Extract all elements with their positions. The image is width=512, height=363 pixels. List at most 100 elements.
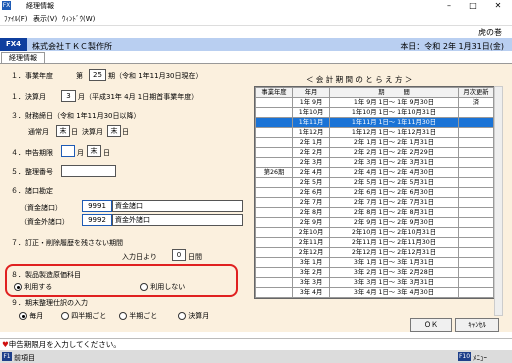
period-end-option-halfyear[interactable]: 半期ごと bbox=[119, 311, 157, 321]
cell-month: 2年 8月 bbox=[292, 207, 330, 218]
cell-month: 2年 2月 bbox=[292, 147, 330, 158]
cell-period: 2年 3月 1日～ 2年 3月31日 bbox=[329, 157, 459, 168]
cell-fiscal-year bbox=[255, 127, 293, 138]
normal-month-day-input[interactable]: 末 bbox=[56, 125, 70, 137]
cell-month: 1年 9月 bbox=[292, 97, 330, 108]
manufacturing-cost-use-option[interactable]: 利用する bbox=[14, 282, 52, 292]
cell-fiscal-year bbox=[255, 247, 293, 258]
cell-monthly-update bbox=[458, 287, 494, 298]
cell-period: 2年 6月 1日～ 2年 6月30日 bbox=[329, 187, 459, 198]
edit-history-label: ７．訂正・削除履歴を残さない期間 bbox=[11, 239, 123, 247]
nonfund-suspense-label: （資金外諸口） bbox=[20, 218, 69, 226]
cell-period: 3年 2月 1日～ 3年 2月28日 bbox=[329, 267, 459, 278]
ok-button[interactable]: ＯＫ bbox=[410, 318, 452, 332]
grid-scrollbar[interactable] bbox=[494, 86, 503, 316]
radio-unselected-icon[interactable] bbox=[140, 283, 148, 291]
radio-selected-icon[interactable] bbox=[14, 283, 22, 291]
filing-deadline-day-unit: 日 bbox=[103, 149, 110, 157]
closing-day-label: ３．財務締日（令和 1年11月30日以降） bbox=[11, 112, 141, 120]
f1-label[interactable]: 前項目 bbox=[14, 353, 35, 363]
fiscal-year-label: １．事業年度 bbox=[11, 72, 53, 80]
table-row[interactable]: 1年 9月 1年 9月 1日～ 1年 9月30日済 bbox=[255, 97, 494, 108]
fiscal-year-suffix: 期（令和 1年11月30日現在） bbox=[108, 72, 203, 80]
nonfund-suspense-name[interactable]: 資金外諸口 bbox=[112, 214, 243, 226]
cell-period: 2年11月 1日～ 2年11月30日 bbox=[329, 237, 459, 248]
fiscal-year-prefix: 第 bbox=[76, 72, 83, 80]
fund-suspense-code-input[interactable]: 9991 bbox=[82, 200, 112, 212]
cell-month: 1年12月 bbox=[292, 127, 330, 138]
normal-month-day-unit: 日 bbox=[71, 128, 78, 136]
cell-fiscal-year bbox=[255, 147, 293, 158]
table-row[interactable]: 3年 4月 3年 4月 1日～ 3年 4月30日 bbox=[255, 287, 494, 298]
edit-history-from-label: 入力日より bbox=[122, 253, 157, 261]
table-row[interactable]: 2年 7月 2年 7月 1日～ 2年 7月31日 bbox=[255, 197, 494, 208]
menu-window[interactable]: ｳｨﾝﾄﾞｳ(W) bbox=[62, 14, 95, 24]
grid-header-monthly-update: 月次更新 bbox=[458, 87, 494, 98]
settlement-month-input[interactable]: 3 bbox=[61, 90, 76, 102]
cell-monthly-update bbox=[458, 117, 494, 128]
status-text: 申告期限月を入力してください。 bbox=[8, 340, 121, 349]
filing-deadline-day-input[interactable]: 末 bbox=[87, 145, 101, 157]
cell-monthly-update bbox=[458, 147, 494, 158]
radio-unselected-icon[interactable] bbox=[178, 312, 186, 320]
minimize-icon[interactable]: – bbox=[437, 0, 461, 11]
radio-unselected-icon[interactable] bbox=[61, 312, 69, 320]
cell-period: 2年 5月 1日～ 2年 5月31日 bbox=[329, 177, 459, 188]
table-row[interactable]: 2年11月 2年11月 1日～ 2年11月30日 bbox=[255, 237, 494, 248]
f10-label[interactable]: ﾒﾆｭｰ bbox=[473, 353, 487, 363]
radio-selected-icon[interactable] bbox=[19, 312, 27, 320]
table-row[interactable]: 2年 9月 2年 9月 1日～ 2年 9月30日 bbox=[255, 217, 494, 228]
cell-monthly-update bbox=[458, 217, 494, 228]
cell-fiscal-year bbox=[255, 257, 293, 268]
table-row[interactable]: 2年 8月 2年 8月 1日～ 2年 8月31日 bbox=[255, 207, 494, 218]
close-icon[interactable]: ✕ bbox=[486, 0, 510, 11]
table-row[interactable]: 2年 5月 2年 5月 1日～ 2年 5月31日 bbox=[255, 177, 494, 188]
table-row[interactable]: 3年 2月 3年 2月 1日～ 3年 2月28日 bbox=[255, 267, 494, 278]
table-row[interactable]: 2年 3月 2年 3月 1日～ 2年 3月31日 bbox=[255, 157, 494, 168]
cell-monthly-update bbox=[458, 207, 494, 218]
cell-fiscal-year bbox=[255, 217, 293, 228]
filing-deadline-month-unit: 月 bbox=[77, 149, 84, 157]
radio-unselected-icon[interactable] bbox=[119, 312, 127, 320]
cell-monthly-update bbox=[458, 247, 494, 258]
cell-period: 2年 9月 1日～ 2年 9月30日 bbox=[329, 217, 459, 228]
cell-monthly-update bbox=[458, 167, 494, 178]
cell-fiscal-year bbox=[255, 197, 293, 208]
book-title: 虎の巻 bbox=[478, 28, 502, 37]
period-end-option-quarterly[interactable]: 四半期ごと bbox=[61, 311, 106, 321]
table-row[interactable]: 2年10月 2年10月 1日～ 2年10月31日 bbox=[255, 227, 494, 238]
cancel-button[interactable]: ｷｬﾝｾﾙ bbox=[455, 318, 499, 332]
period-end-option-monthly[interactable]: 毎月 bbox=[19, 311, 43, 321]
menu-view[interactable]: 表示(V) bbox=[33, 14, 57, 24]
f1-key[interactable]: F1 bbox=[2, 352, 12, 361]
reference-number-input[interactable] bbox=[61, 165, 116, 177]
period-end-option-settlement[interactable]: 決算月 bbox=[178, 311, 209, 321]
manufacturing-cost-nouse-option[interactable]: 利用しない bbox=[140, 282, 185, 292]
cell-monthly-update bbox=[458, 197, 494, 208]
table-row[interactable]: 2年 2月 2年 2月 1日～ 2年 2月29日 bbox=[255, 147, 494, 158]
cell-month: 2年 6月 bbox=[292, 187, 330, 198]
table-row[interactable]: 2年 6月 2年 6月 1日～ 2年 6月30日 bbox=[255, 187, 494, 198]
table-row[interactable]: 3年 3月 3年 3月 1日～ 3年 3月31日 bbox=[255, 277, 494, 288]
cell-monthly-update bbox=[458, 177, 494, 188]
menu-file[interactable]: ﾌｧｲﾙ(F) bbox=[4, 14, 28, 24]
table-row[interactable]: 2年 1月 2年 1月 1日～ 2年 1月31日 bbox=[255, 137, 494, 148]
table-row[interactable]: 1年12月 1年12月 1日～ 1年12月31日 bbox=[255, 127, 494, 138]
manufacturing-cost-label: ８．製品製造原価科目 bbox=[11, 271, 81, 279]
cell-monthly-update bbox=[458, 107, 494, 118]
table-row[interactable]: 3年 1月 3年 1月 1日～ 3年 1月31日 bbox=[255, 257, 494, 268]
settlement-month-day-input[interactable]: 末 bbox=[107, 125, 121, 137]
fiscal-year-input[interactable]: 25 bbox=[89, 69, 106, 81]
f10-key[interactable]: F10 bbox=[458, 352, 471, 361]
filing-deadline-month-input[interactable] bbox=[61, 145, 75, 157]
table-row[interactable]: 第26期 2年 4月 2年 4月 1日～ 2年 4月30日 bbox=[255, 167, 494, 178]
table-row[interactable]: 1年10月 1年10月 1日～ 1年10月31日 bbox=[255, 107, 494, 118]
table-row[interactable]: 2年12月 2年12月 1日～ 2年12月31日 bbox=[255, 247, 494, 258]
cell-period: 2年 2月 1日～ 2年 2月29日 bbox=[329, 147, 459, 158]
fund-suspense-name[interactable]: 資金諸口 bbox=[112, 200, 243, 212]
cell-period: 1年12月 1日～ 1年12月31日 bbox=[329, 127, 459, 138]
nonfund-suspense-code-input[interactable]: 9992 bbox=[82, 214, 112, 226]
maximize-icon[interactable]: □ bbox=[461, 0, 485, 11]
edit-history-days-input[interactable]: 0 bbox=[172, 249, 186, 261]
table-row[interactable]: 1年11月 1年11月 1日～ 1年11月30日 bbox=[255, 117, 494, 128]
